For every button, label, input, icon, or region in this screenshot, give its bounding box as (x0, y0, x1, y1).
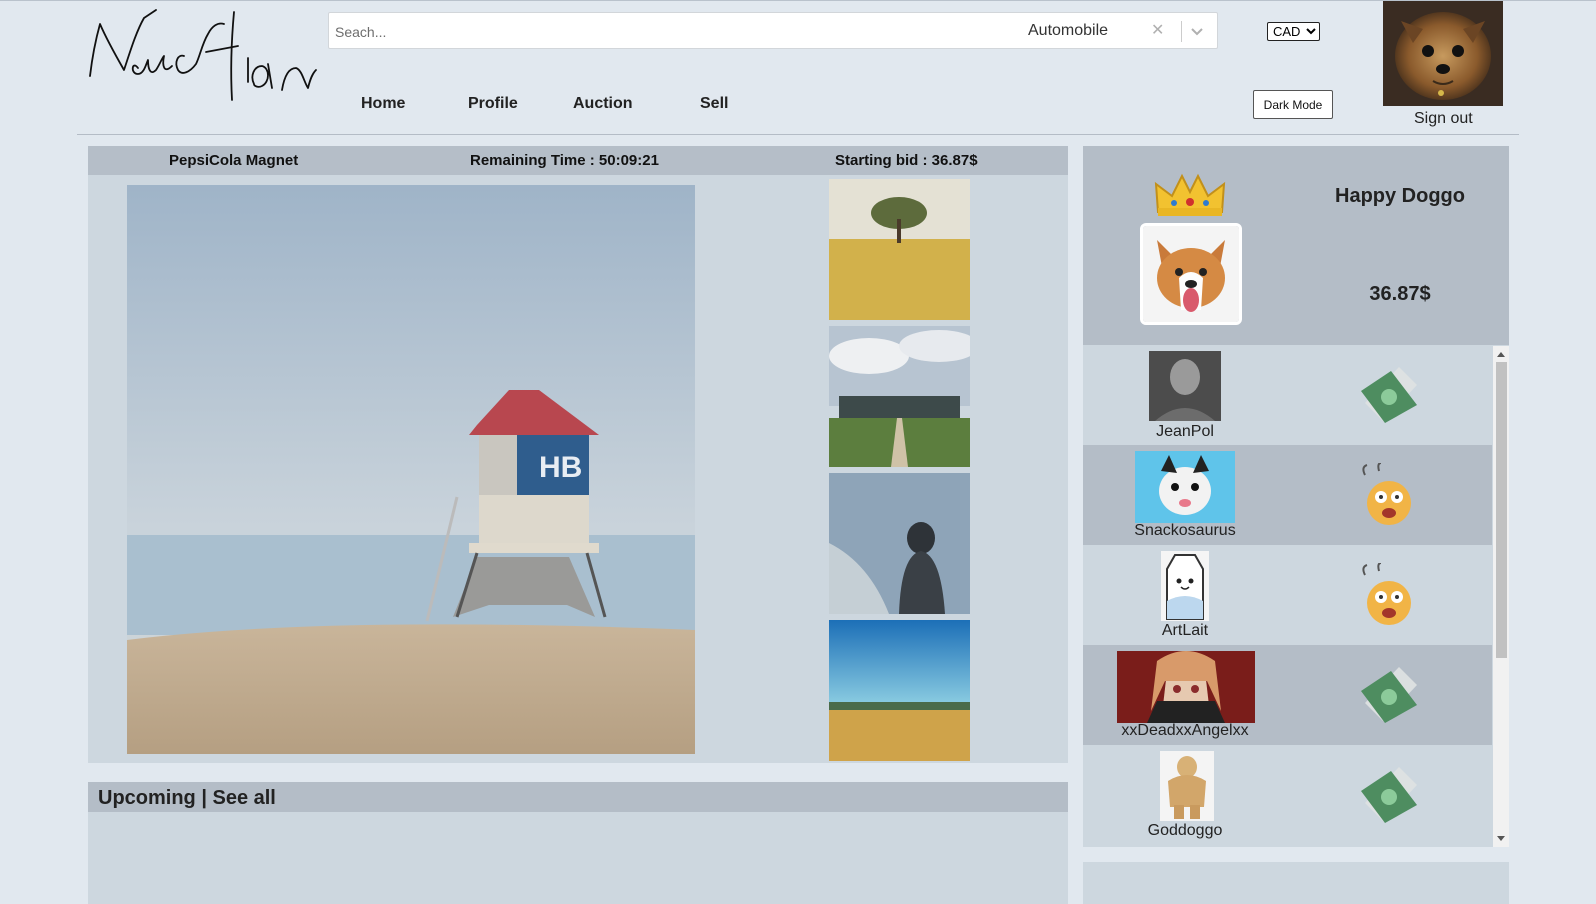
scroll-up-arrow-icon[interactable] (1497, 352, 1505, 357)
thumbnail-wheat-field[interactable] (829, 620, 970, 761)
starting-bid: Starting bid : 36.87$ (835, 152, 978, 169)
shocked-face-icon (1362, 563, 1411, 625)
auction-header: PepsiCola Magnet Remaining Time : 50:09:… (88, 146, 1068, 175)
reactions-panel (1083, 862, 1509, 904)
clear-icon[interactable]: ✕ (1151, 22, 1164, 40)
search-input[interactable] (333, 21, 977, 43)
top-border (0, 0, 1596, 1)
sign-out-link[interactable]: Sign out (1414, 110, 1473, 128)
bidder-avatar[interactable] (1161, 551, 1209, 621)
search-separator (1181, 21, 1182, 42)
bidder-row: Goddoggo (1083, 745, 1492, 845)
money-icon (1361, 667, 1417, 723)
bidders-list[interactable]: JeanPol Snackosaurus ArtLait xxDeadxxAng… (1083, 345, 1509, 847)
bidder-avatar[interactable] (1160, 751, 1214, 821)
bidder-row: Snackosaurus (1083, 445, 1492, 545)
item-name: PepsiCola Magnet (169, 152, 299, 169)
nauction-logo[interactable] (86, 4, 318, 108)
thumbnail-field-tree[interactable] (829, 179, 970, 320)
scrollbar-thumb[interactable] (1496, 362, 1507, 658)
chevron-down-icon[interactable] (1189, 23, 1205, 39)
money-icon (1361, 367, 1417, 423)
bidder-name: xxDeadxxAngelxx (1121, 722, 1249, 739)
bidder-name: JeanPol (1156, 423, 1214, 440)
remaining-time: Remaining Time : 50:09:21 (470, 152, 659, 169)
user-avatar[interactable] (1383, 1, 1503, 106)
bidder-name: Goddoggo (1147, 822, 1223, 839)
search-bar: Automobile ✕ (328, 12, 1218, 49)
header-divider (77, 134, 1519, 135)
bidder-row: xxDeadxxAngelxx (1083, 645, 1492, 745)
nav-home[interactable]: Home (361, 95, 405, 113)
nav-sell[interactable]: Sell (700, 95, 728, 113)
bidder-name: ArtLait (1161, 622, 1209, 639)
dark-mode-button[interactable]: Dark Mode (1253, 90, 1333, 119)
thumbnail-hooded-person[interactable] (829, 473, 970, 614)
bidder-avatar[interactable] (1149, 351, 1221, 421)
thumbnail-castle[interactable] (829, 326, 970, 467)
scroll-down-arrow-icon[interactable] (1497, 836, 1505, 841)
upcoming-header: Upcoming | See all (88, 782, 1068, 812)
money-icon (1361, 767, 1417, 823)
bidder-avatar[interactable] (1117, 651, 1255, 723)
currency-select[interactable]: CAD (1267, 22, 1320, 41)
nav-profile[interactable]: Profile (468, 95, 518, 113)
main-item-image[interactable]: HB (127, 185, 695, 754)
leader-name: Happy Doggo (1335, 185, 1465, 207)
crown-icon (1154, 173, 1226, 216)
leader-avatar[interactable] (1140, 223, 1242, 325)
leader-bid: 36.87$ (1369, 283, 1431, 305)
bidder-name: Snackosaurus (1134, 522, 1236, 539)
nav-auction[interactable]: Auction (573, 95, 633, 113)
bidders-scrollbar[interactable] (1493, 346, 1509, 847)
bidder-row: ArtLait (1083, 545, 1492, 645)
bidder-avatar[interactable] (1135, 451, 1235, 523)
shocked-face-icon (1362, 463, 1411, 525)
category-selected[interactable]: Automobile (1028, 22, 1108, 40)
bidder-row: JeanPol (1083, 345, 1492, 445)
upcoming-see-all-link[interactable]: Upcoming | See all (98, 787, 276, 810)
svg-text:HB: HB (539, 451, 582, 484)
